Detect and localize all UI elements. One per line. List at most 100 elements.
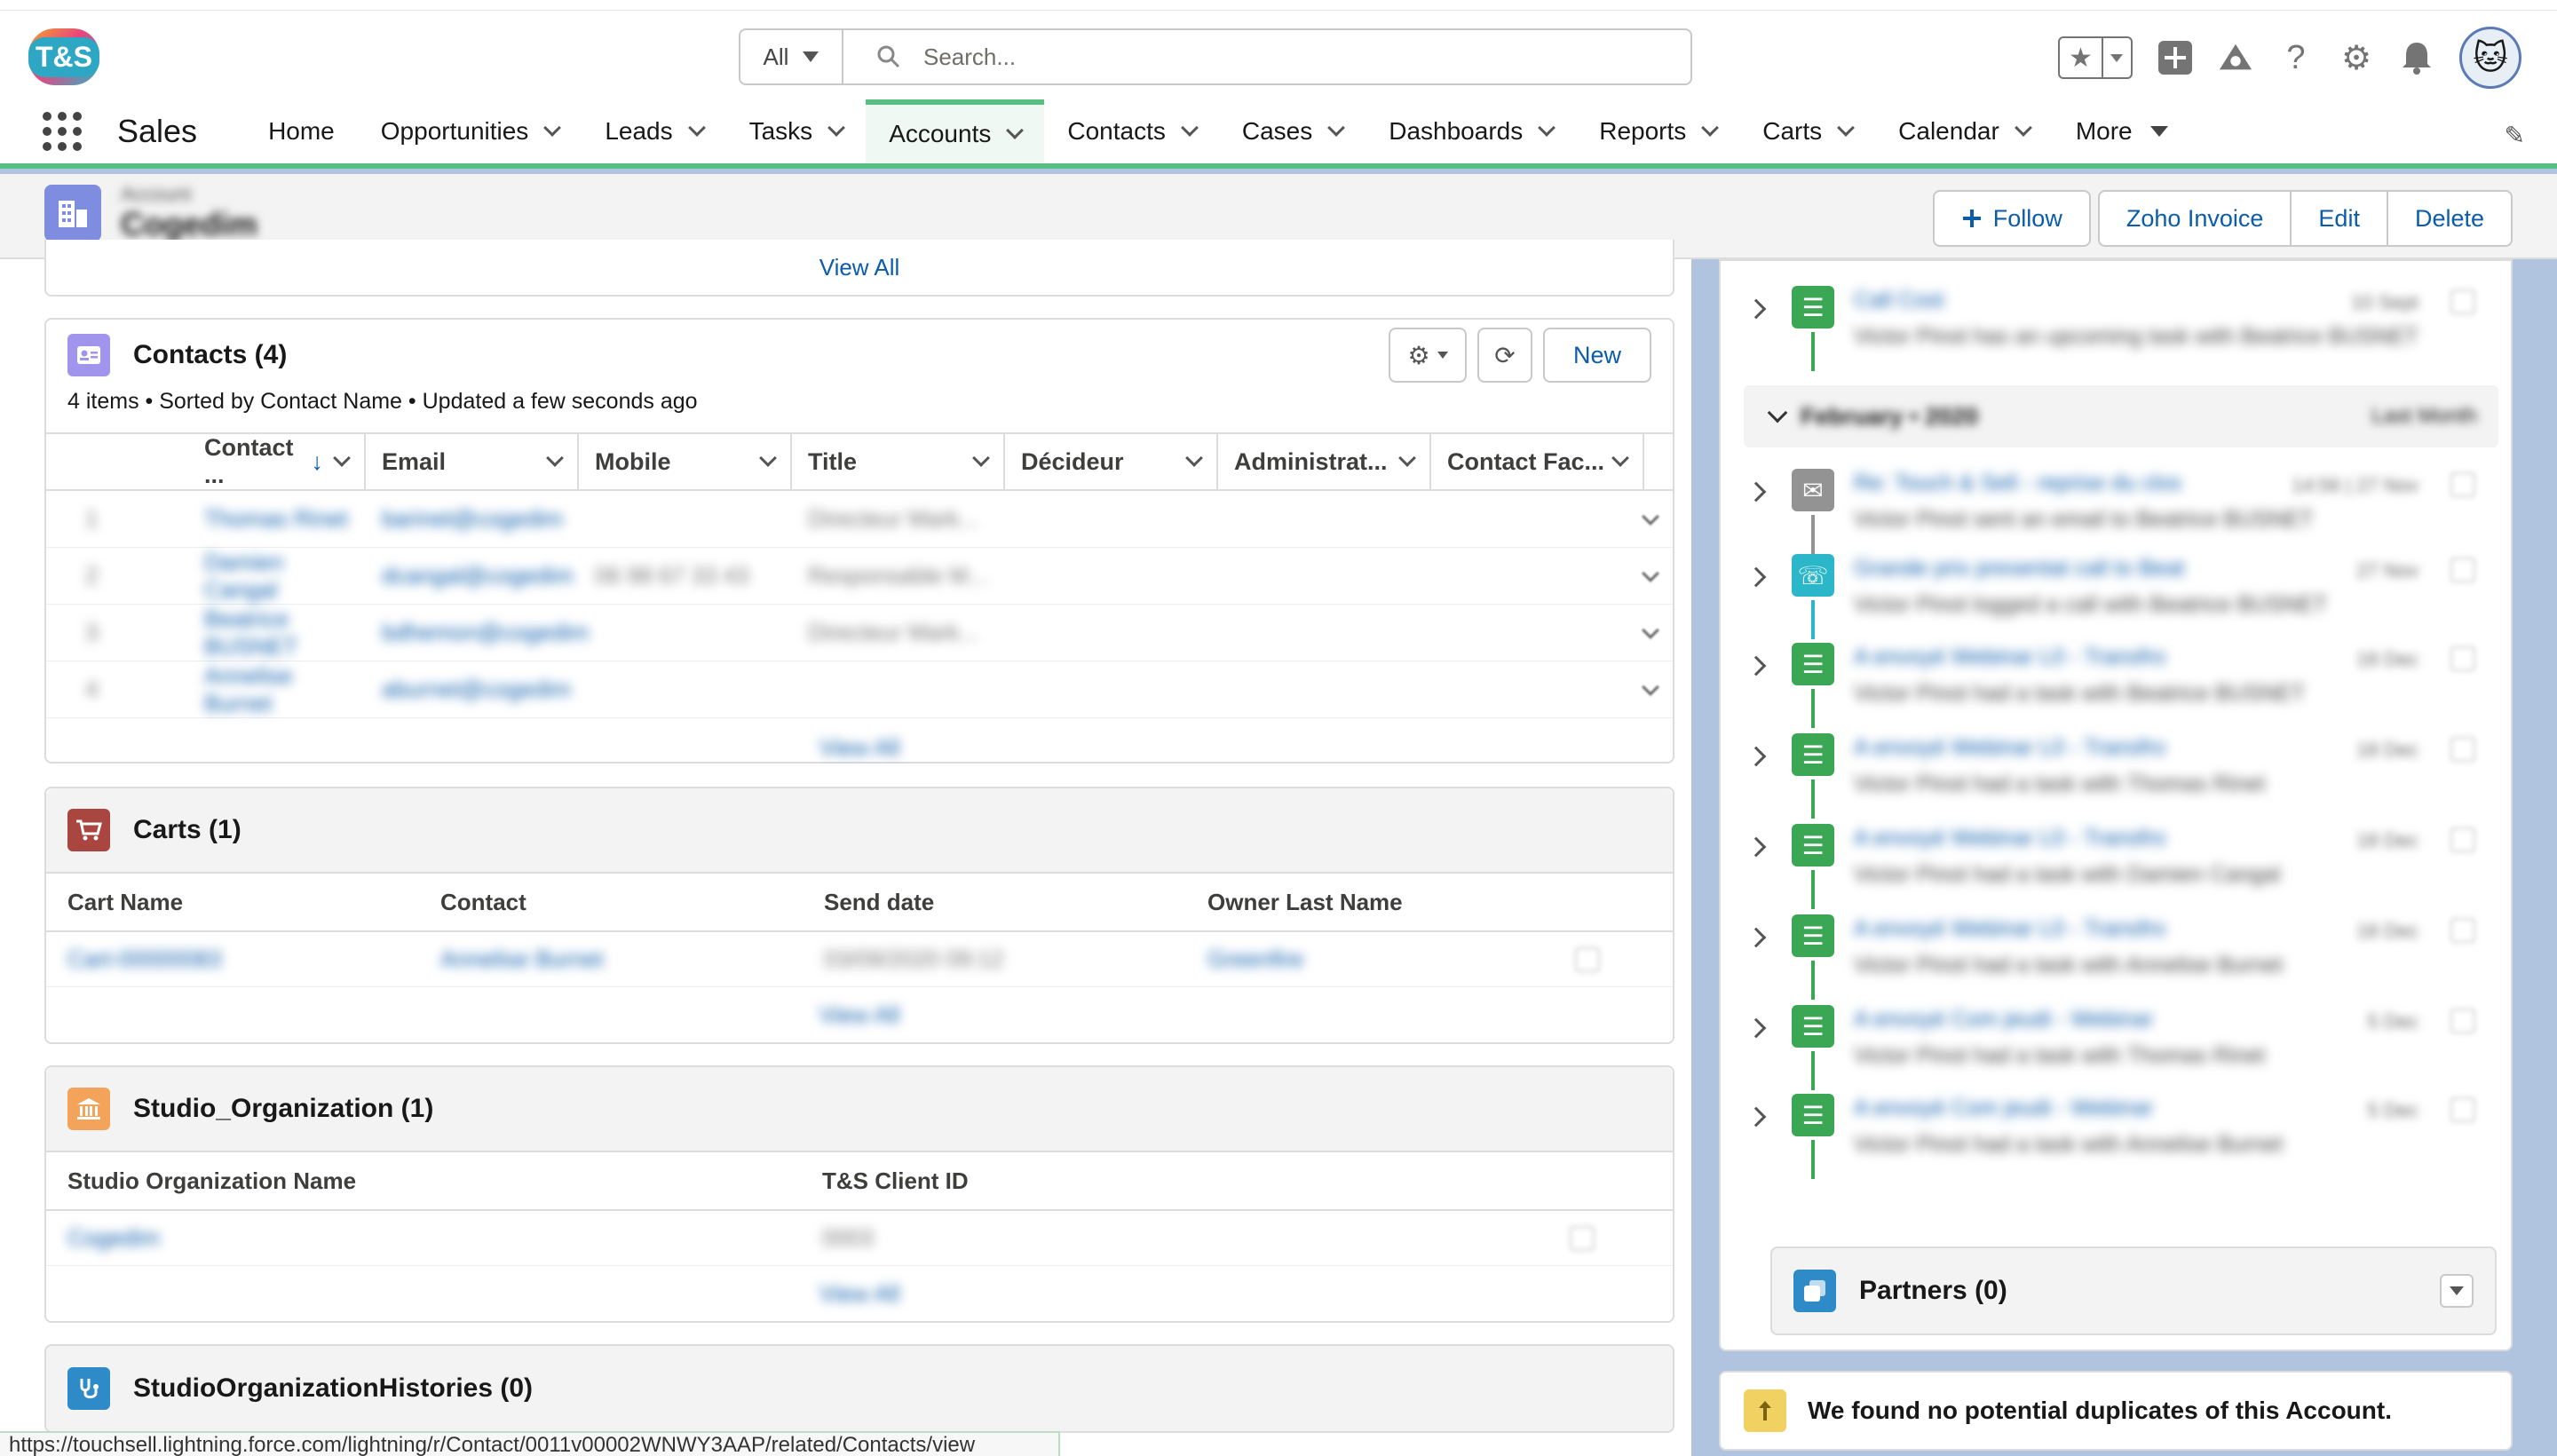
nav-item-opportunities[interactable]: Opportunities <box>358 99 582 163</box>
expand-chevron-icon[interactable] <box>1746 298 1767 320</box>
row-action-chevron-icon[interactable] <box>1642 677 1659 696</box>
search-input[interactable]: Search... <box>843 44 1690 71</box>
timeline-item-menu[interactable] <box>2450 1097 2475 1122</box>
col-mobile[interactable]: Mobile <box>579 434 792 489</box>
contact-name-link[interactable]: Damien Cangal <box>188 549 366 604</box>
edit-nav-pencil-icon[interactable]: ✎ <box>2505 121 2525 150</box>
user-avatar-icon[interactable]: 🐱 <box>2459 27 2521 89</box>
timeline-item[interactable]: ☰ A envoyé Com jeudi - Webinar Victor Pino… <box>1744 1001 2498 1090</box>
row-action-chevron-icon[interactable] <box>1642 564 1659 582</box>
timeline-item-menu[interactable] <box>2450 558 2475 582</box>
contact-email-link[interactable]: bdhemon@cogedim <box>366 619 589 646</box>
chevron-down-icon[interactable] <box>687 119 706 137</box>
chevron-down-icon[interactable] <box>1701 119 1720 137</box>
studio-org-name-link[interactable]: Cogedim <box>46 1224 806 1252</box>
partners-title[interactable]: Partners (0) <box>1859 1276 2007 1306</box>
col-title[interactable]: Title <box>792 434 1005 489</box>
follow-button[interactable]: Follow <box>1932 190 2091 247</box>
carts-view-all-link[interactable]: View All <box>46 1001 1673 1029</box>
timeline-item-menu[interactable] <box>2450 289 2475 314</box>
contact-email-link[interactable]: aburnet@cogedim <box>366 676 579 703</box>
nav-item-leads[interactable]: Leads <box>582 99 725 163</box>
nav-item-dashboards[interactable]: Dashboards <box>1366 99 1576 163</box>
contact-email-link[interactable]: dcangal@cogedim <box>366 562 579 590</box>
cart-name-link[interactable]: Cart-00000083 <box>46 946 424 973</box>
timeline-item-menu[interactable] <box>2450 827 2475 852</box>
col-decideur[interactable]: Décideur <box>1005 434 1218 489</box>
expand-chevron-icon[interactable] <box>1746 746 1767 767</box>
timeline-item[interactable]: ☏ Grande prix presentat call to Beat Victo… <box>1744 550 2498 639</box>
contact-email-link[interactable]: barinet@cogedim <box>366 505 579 533</box>
contact-name-link[interactable]: Annelise Burnet <box>188 662 366 717</box>
expand-chevron-icon[interactable] <box>1746 1017 1767 1039</box>
chevron-down-icon[interactable] <box>1327 119 1346 137</box>
notifications-bell-icon[interactable] <box>2399 40 2434 75</box>
zoho-invoice-button[interactable]: Zoho Invoice <box>2097 190 2292 247</box>
nav-item-accounts[interactable]: Accounts <box>866 99 1045 163</box>
new-contact-button[interactable]: New <box>1543 328 1651 383</box>
setup-gear-icon[interactable]: ⚙ <box>2339 40 2374 77</box>
row-action-menu[interactable] <box>1570 1225 1595 1251</box>
expand-chevron-icon[interactable] <box>1746 836 1767 858</box>
row-action-menu[interactable] <box>1575 946 1600 972</box>
partners-menu-icon[interactable] <box>2440 1274 2474 1308</box>
nav-more[interactable]: More <box>2053 99 2191 163</box>
col-contact-name[interactable]: Contact ... ↓ <box>188 434 366 489</box>
timeline-item-menu[interactable] <box>2450 472 2475 497</box>
contact-name-link[interactable]: Beatrice BUSNET <box>188 605 366 661</box>
list-settings-gear-icon[interactable]: ⚙ <box>1389 328 1467 383</box>
expand-chevron-icon[interactable] <box>1746 927 1767 948</box>
chevron-down-icon[interactable] <box>1006 122 1025 139</box>
chevron-down-icon[interactable] <box>1538 119 1556 137</box>
refresh-icon[interactable]: ⟳ <box>1477 328 1532 383</box>
timeline-item[interactable]: ✉ Re: Touch & Sell - reprise du clos Victo… <box>1744 465 2498 554</box>
nav-item-contacts[interactable]: Contacts <box>1044 99 1219 163</box>
help-icon[interactable]: ? <box>2278 39 2314 76</box>
trailhead-icon[interactable] <box>2218 40 2253 75</box>
edit-button[interactable]: Edit <box>2290 190 2388 247</box>
timeline-item-menu[interactable] <box>2450 737 2475 762</box>
company-logo[interactable]: T&S <box>28 28 99 85</box>
chevron-down-icon[interactable] <box>543 119 562 137</box>
global-create-icon[interactable] <box>2157 40 2193 75</box>
app-launcher-icon[interactable] <box>43 112 82 151</box>
timeline-item[interactable]: ☰ A envoyé Webinar L0 - Transfro Victor Pi… <box>1744 820 2498 909</box>
col-contact-facturation[interactable]: Contact Fac... <box>1431 434 1644 489</box>
chevron-down-icon[interactable] <box>2014 119 2032 137</box>
col-administratif[interactable]: Administrat... <box>1218 434 1431 489</box>
studio-title[interactable]: Studio_Organization (1) <box>133 1094 433 1124</box>
contact-name-link[interactable]: Thomas Rinet <box>188 505 366 533</box>
month-section-header[interactable]: February • 2020 Last Month <box>1744 385 2498 447</box>
chevron-down-icon[interactable] <box>1837 119 1856 137</box>
contacts-view-all-link[interactable]: View All <box>46 734 1673 762</box>
carts-title[interactable]: Carts (1) <box>133 815 241 845</box>
histories-title[interactable]: StudioOrganizationHistories (0) <box>133 1373 533 1404</box>
timeline-item[interactable]: ☰ A envoyé Webinar L0 - Transfro Victor Pi… <box>1744 911 2498 1000</box>
timeline-item-menu[interactable] <box>2450 918 2475 943</box>
cart-owner-link[interactable]: Greenfire <box>1191 946 1575 973</box>
nav-item-carts[interactable]: Carts <box>1739 99 1875 163</box>
nav-item-home[interactable]: Home <box>245 99 358 163</box>
view-all-link[interactable]: View All <box>46 240 1673 281</box>
row-action-chevron-icon[interactable] <box>1642 621 1659 639</box>
favorites-menu-icon[interactable] <box>2103 38 2131 77</box>
nav-item-tasks[interactable]: Tasks <box>726 99 867 163</box>
timeline-item-menu[interactable] <box>2450 646 2475 671</box>
expand-chevron-icon[interactable] <box>1746 655 1767 677</box>
expand-chevron-icon[interactable] <box>1746 481 1767 502</box>
timeline-item[interactable]: ☰ Call Cost Victor Pinot has an upcoming… <box>1744 282 2498 371</box>
nav-item-calendar[interactable]: Calendar <box>1875 99 2053 163</box>
timeline-item-menu[interactable] <box>2450 1009 2475 1033</box>
chevron-down-icon[interactable] <box>1180 119 1199 137</box>
timeline-item[interactable]: ☰ A envoyé Webinar L0 - Transfro Victor Pi… <box>1744 730 2498 819</box>
delete-button[interactable]: Delete <box>2386 190 2513 247</box>
timeline-item[interactable]: ☰ A envoyé Com jeudi - Webinar Victor Pino… <box>1744 1090 2498 1179</box>
expand-chevron-icon[interactable] <box>1746 566 1767 588</box>
chevron-down-icon[interactable] <box>827 119 846 137</box>
nav-item-cases[interactable]: Cases <box>1219 99 1366 163</box>
cart-contact-link[interactable]: Annelise Burnet <box>424 946 808 973</box>
favorites-star-icon[interactable]: ★ <box>2060 38 2103 77</box>
contacts-title[interactable]: Contacts (4) <box>133 340 287 370</box>
col-email[interactable]: Email <box>366 434 579 489</box>
studio-view-all-link[interactable]: View All <box>46 1280 1673 1308</box>
